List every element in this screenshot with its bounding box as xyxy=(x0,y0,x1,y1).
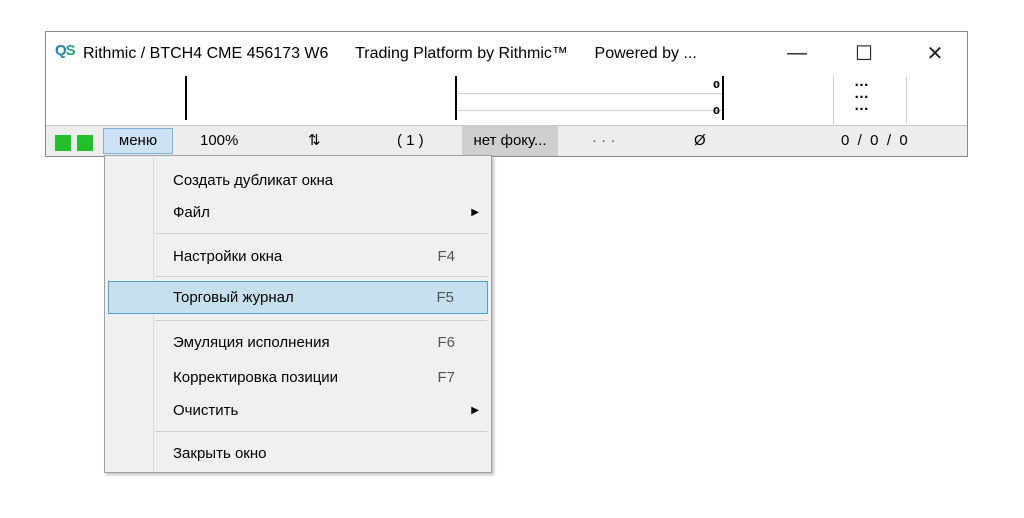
platform-label: Trading Platform by Rithmic™ xyxy=(355,45,568,62)
menu-item-label: Настройки окна xyxy=(173,248,283,265)
platform-window: QS Rithmic / BTCH4 CME 456173 W6 Trading… xyxy=(45,31,968,157)
value-cell: 0 xyxy=(713,80,720,91)
menu-item-label: Эмуляция исполнения xyxy=(173,334,330,351)
menu-separator xyxy=(155,233,487,234)
maximize-icon: ☐ xyxy=(855,42,873,65)
menu-item-shortcut: F5 xyxy=(436,289,454,306)
close-icon: ✕ xyxy=(926,42,944,65)
content-area: 0 0 … … … xyxy=(46,73,967,125)
more-button[interactable]: · · · xyxy=(592,126,615,156)
menu-item-file[interactable]: Файл ▶ xyxy=(105,198,491,228)
grid-line xyxy=(906,76,907,124)
menu-item-label: Файл xyxy=(173,204,210,221)
window-title-group: Rithmic / BTCH4 CME 456173 W6 Trading Pl… xyxy=(83,45,697,63)
menu-item-trading-journal[interactable]: Торговый журнал F5 xyxy=(108,281,488,314)
window-title: Rithmic / BTCH4 CME 456173 W6 xyxy=(83,45,329,62)
row-divider xyxy=(457,110,722,111)
context-menu: Создать дубликат окна Файл ▶ Настройки о… xyxy=(104,155,492,473)
status-bar: меню 100% ⇅ ( 1 ) нет фоку... · · · Ø 0 … xyxy=(46,125,967,156)
menu-item-label: Очистить xyxy=(173,402,239,419)
empty-set-icon[interactable]: Ø xyxy=(694,126,706,156)
powered-by-label: Powered by ... xyxy=(594,45,697,62)
connection-indicator xyxy=(77,135,93,151)
menu-item-label: Торговый журнал xyxy=(173,289,294,306)
menu-item-label: Корректировка позиции xyxy=(173,369,339,386)
menu-item-clear[interactable]: Очистить ▶ xyxy=(105,396,491,426)
sort-icon[interactable]: ⇅ xyxy=(308,126,321,156)
menu-item-shortcut: F6 xyxy=(437,334,455,351)
menu-item-label: Создать дубликат окна xyxy=(173,172,334,189)
menu-item-close-window[interactable]: Закрыть окно xyxy=(105,439,491,469)
maximize-button[interactable]: ☐ xyxy=(841,38,887,68)
menu-separator xyxy=(155,431,487,432)
submenu-arrow-icon: ▶ xyxy=(471,207,479,218)
column-divider xyxy=(455,76,457,120)
menu-item-duplicate-window[interactable]: Создать дубликат окна xyxy=(105,166,491,196)
submenu-arrow-icon: ▶ xyxy=(471,405,479,416)
minimize-icon: — xyxy=(787,41,807,64)
menu-item-shortcut: F7 xyxy=(437,369,455,386)
menu-separator xyxy=(155,276,487,277)
close-button[interactable]: ✕ xyxy=(912,38,958,68)
menu-separator xyxy=(155,320,487,321)
title-bar[interactable]: QS Rithmic / BTCH4 CME 456173 W6 Trading… xyxy=(46,32,967,76)
totals-label: 0 / 0 / 0 xyxy=(841,132,908,149)
more-dots: … … … xyxy=(854,73,870,114)
column-divider xyxy=(722,76,724,120)
menu-item-execution-emulation[interactable]: Эмуляция исполнения F6 xyxy=(105,328,491,358)
menu-item-position-adjustment[interactable]: Корректировка позиции F7 xyxy=(105,363,491,393)
connection-indicator xyxy=(55,135,71,151)
grid-line xyxy=(833,76,834,124)
zoom-level[interactable]: 100% xyxy=(200,126,238,156)
menu-button[interactable]: меню xyxy=(103,128,173,154)
menu-item-shortcut: F4 xyxy=(437,248,455,265)
menu-item-label: Закрыть окно xyxy=(173,445,267,462)
app-logo-icon: QS xyxy=(55,42,76,59)
column-divider xyxy=(185,76,187,120)
count-label[interactable]: ( 1 ) xyxy=(397,126,424,156)
focus-status[interactable]: нет фоку... xyxy=(462,126,558,156)
minimize-button[interactable]: — xyxy=(774,38,820,68)
row-divider xyxy=(457,93,722,94)
menu-item-window-settings[interactable]: Настройки окна F4 xyxy=(105,242,491,272)
value-cell: 0 xyxy=(713,106,720,117)
